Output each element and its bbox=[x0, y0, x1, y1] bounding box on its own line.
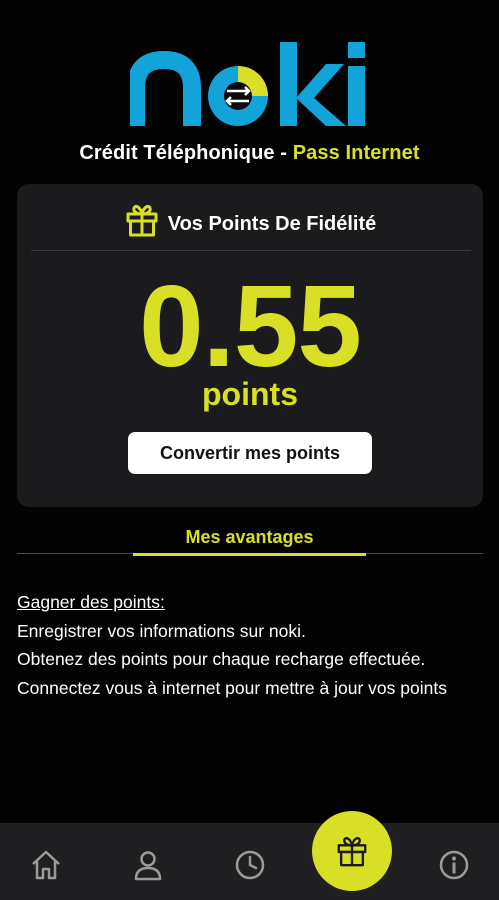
gift-icon bbox=[126, 204, 158, 237]
earn-points-heading: Gagner des points: bbox=[17, 592, 165, 612]
info-line: Connectez vous à internet pour mettre à … bbox=[17, 677, 447, 698]
noki-logo-graphic bbox=[129, 42, 365, 126]
app-subtitle: Crédit Téléphonique - Pass Internet bbox=[0, 142, 499, 165]
info-icon bbox=[439, 850, 469, 880]
earn-points-info: Gagner des points: Enregistrer vos infor… bbox=[17, 588, 483, 702]
tab-bar: Mes avantages bbox=[17, 524, 483, 556]
points-value: 0.55 bbox=[139, 261, 362, 391]
card-title: Vos Points De Fidélité bbox=[167, 212, 377, 235]
subtitle-main: Crédit Téléphonique - bbox=[79, 142, 293, 164]
card-header: Vos Points De Fidélité bbox=[17, 200, 483, 240]
noki-logo bbox=[0, 38, 499, 134]
tab-mes-avantages[interactable]: Mes avantages bbox=[133, 524, 366, 556]
points-unit: points bbox=[202, 376, 298, 412]
home-icon bbox=[32, 850, 60, 880]
tab-active-indicator bbox=[133, 553, 366, 556]
subtitle-accent: Pass Internet bbox=[292, 142, 420, 164]
nav-home[interactable] bbox=[26, 845, 66, 885]
info-line: Obtenez des points pour chaque recharge … bbox=[17, 649, 426, 669]
clock-icon bbox=[235, 850, 265, 880]
nav-rewards[interactable] bbox=[312, 811, 392, 891]
card-divider bbox=[31, 250, 471, 251]
nav-history[interactable] bbox=[230, 845, 270, 885]
gift-icon bbox=[337, 837, 367, 867]
loyalty-points-card: Vos Points De Fidélité 0.55 points Conve… bbox=[17, 184, 483, 507]
info-line: Enregistrer vos informations sur noki. bbox=[17, 620, 306, 641]
user-icon bbox=[134, 851, 162, 881]
nav-profile[interactable] bbox=[128, 845, 168, 885]
nav-info[interactable] bbox=[434, 845, 474, 885]
bottom-navigation bbox=[0, 811, 499, 900]
convert-points-button[interactable]: Convertir mes points bbox=[128, 432, 372, 474]
